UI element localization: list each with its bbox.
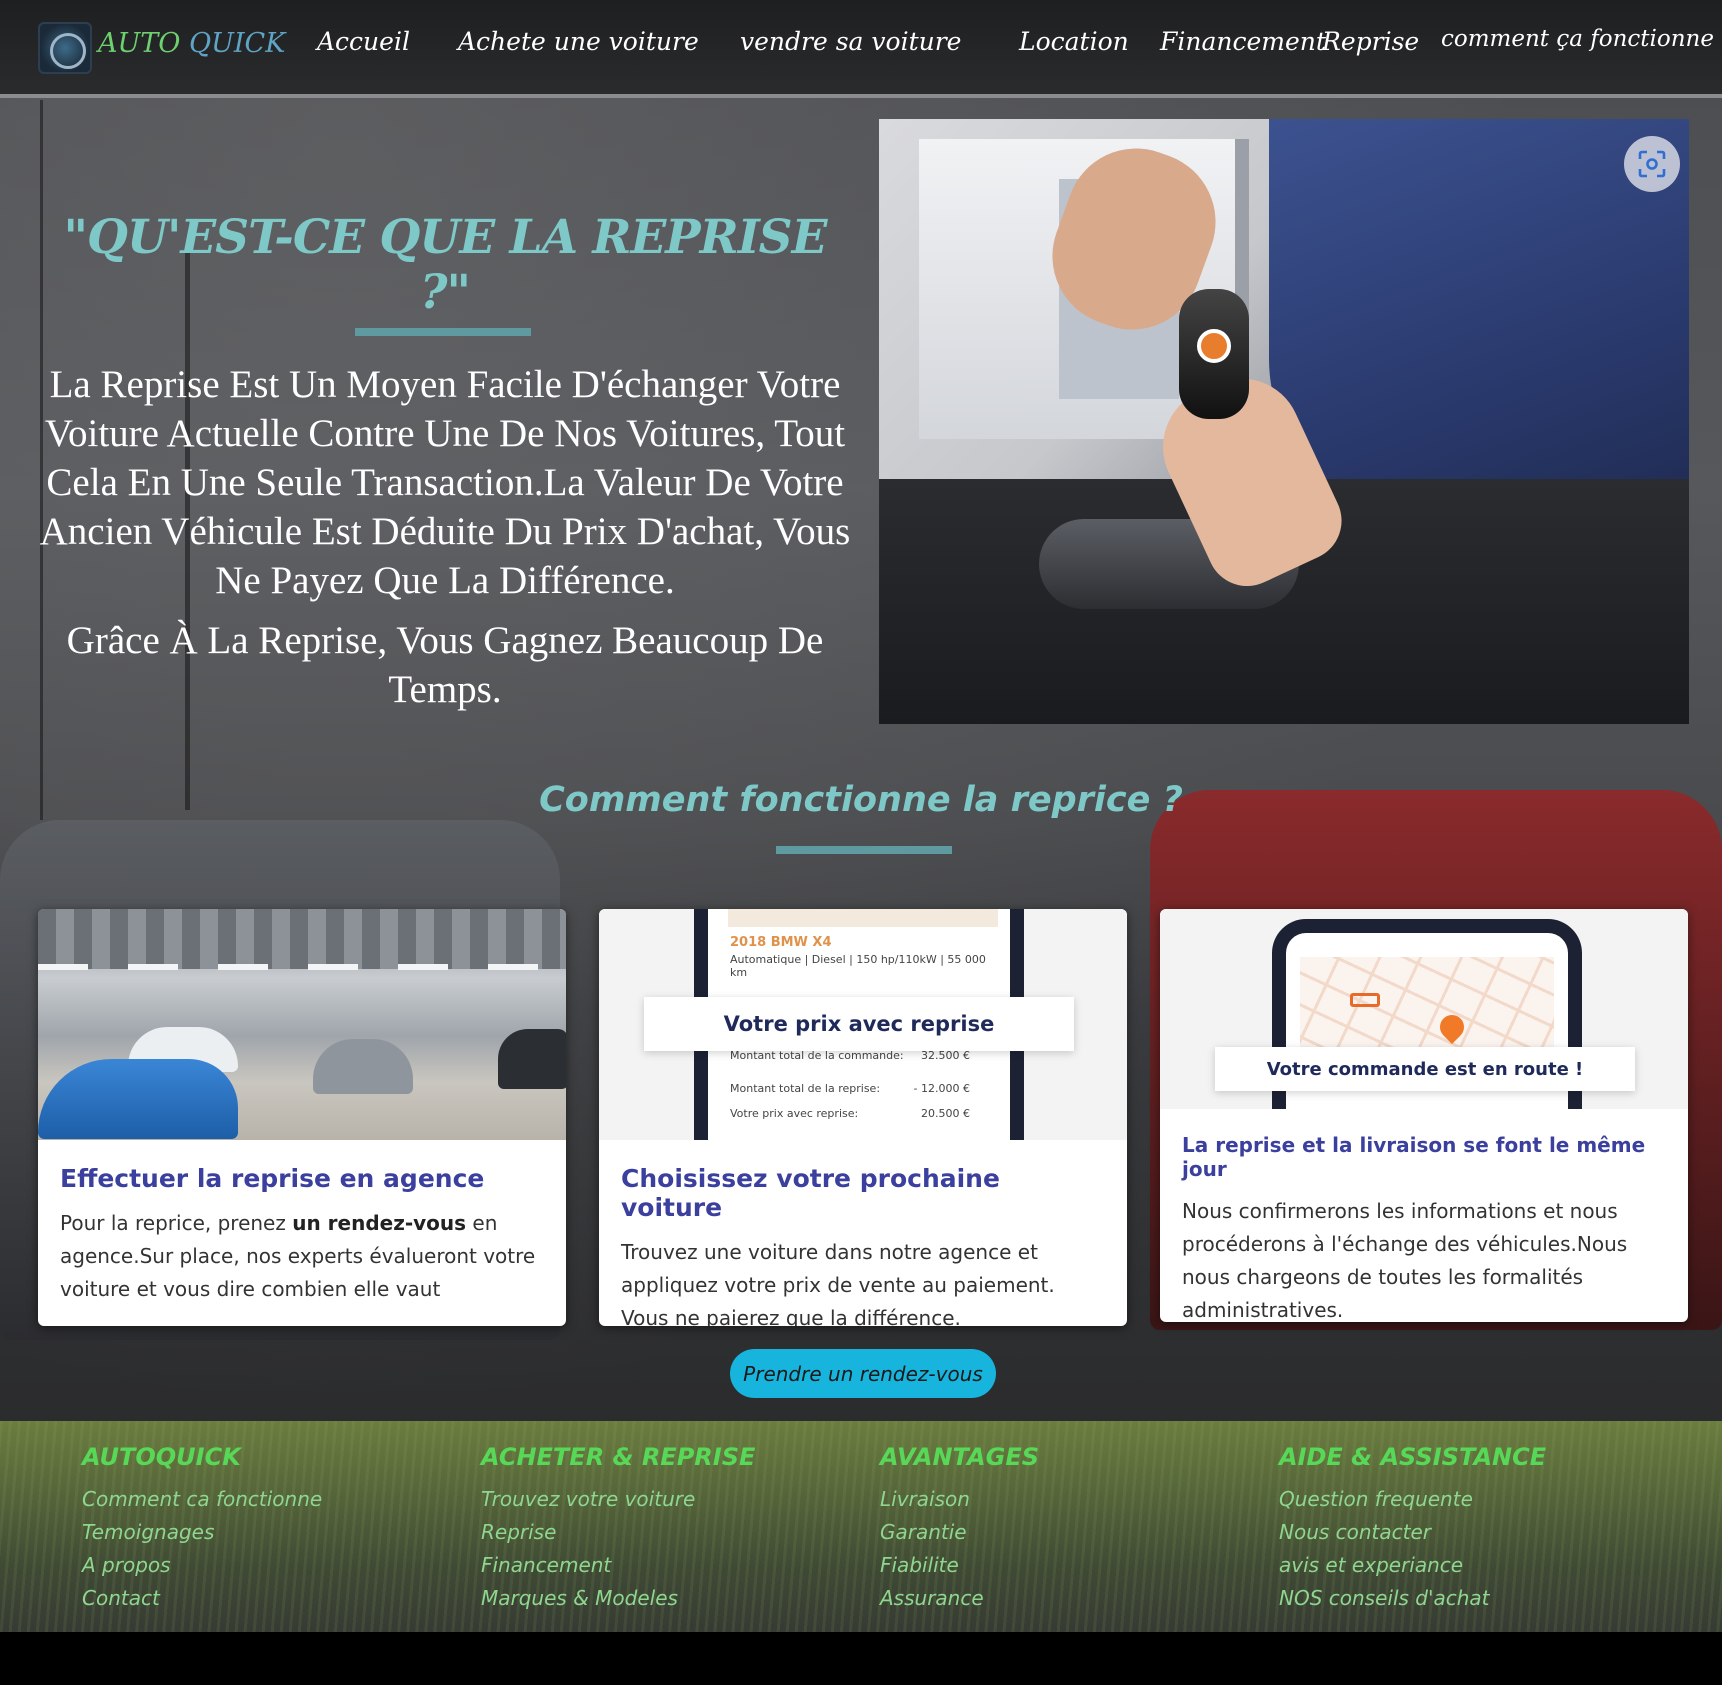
card-text: Trouvez une voiture dans notre agence et… (621, 1240, 1055, 1326)
nav-vendre-sa-voiture[interactable]: vendre sa voiture (740, 27, 961, 56)
nav-achete-une-voiture[interactable]: Achete une voiture (458, 27, 699, 56)
footer-link[interactable]: Livraison (880, 1483, 1039, 1516)
nav-reprise[interactable]: Reprise (1322, 27, 1419, 56)
footer-column-acheter-reprise: ACHETER & REPRISE Trouvez votre voiture … (481, 1443, 755, 1615)
footer-column-aide-assistance: AIDE & ASSISTANCE Question frequente Nou… (1279, 1443, 1546, 1615)
footer-link[interactable]: Trouvez votre voiture (481, 1483, 755, 1516)
location-pin-icon (1435, 1010, 1469, 1044)
nav-financement[interactable]: Financement (1160, 27, 1326, 56)
footer-column-avantages: AVANTAGES Livraison Garantie Fiabilite A… (880, 1443, 1039, 1615)
garage-grey-car (313, 1039, 413, 1094)
how-it-works-divider (776, 846, 952, 854)
footer-link[interactable]: Marques & Modeles (481, 1582, 755, 1615)
phone-car-name: 2018 BMW X4 (730, 935, 832, 950)
footer-link[interactable]: Financement (481, 1549, 755, 1582)
delivery-phone-image: Votre commande est en route ! (1160, 909, 1688, 1109)
card-title: Choisissez votre prochaine voiture (621, 1164, 1000, 1222)
how-it-works-title: Comment fonctionne la reprice ? (539, 780, 1183, 820)
footer-link[interactable]: Garantie (880, 1516, 1039, 1549)
photo-sleeve (1269, 119, 1689, 519)
price-row: Montant total de la reprise: - 12.000 € (730, 1082, 970, 1095)
hero-paragraph: La Reprise Est Un Moyen Facile D'échange… (39, 363, 851, 602)
nav-accueil[interactable]: Accueil (317, 27, 410, 56)
footer-link[interactable]: avis et experiance (1279, 1549, 1546, 1582)
card-title: Effectuer la reprise en agence (60, 1164, 485, 1193)
hero-divider (355, 328, 531, 336)
footer-link[interactable]: NOS conseils d'achat (1279, 1582, 1546, 1615)
footer-heading: ACHETER & REPRISE (481, 1443, 756, 1471)
footer-column-autoquick: AUTOQUICK Comment ca fonctionne Temoigna… (82, 1443, 322, 1615)
phone-car-spec: Automatique | Diesel | 150 hp/110kW | 55… (730, 953, 986, 979)
footer-heading: AIDE & ASSISTANCE (1279, 1443, 1547, 1471)
garage-lights (38, 964, 566, 970)
step-card-choose-car: 2018 BMW X4 Automatique | Diesel | 150 h… (599, 909, 1127, 1326)
step-card-delivery: Votre commande est en route ! La reprise… (1160, 909, 1688, 1322)
garage-dark-car (498, 1029, 566, 1089)
bottom-bar (0, 1632, 1722, 1685)
brand-part2: QUICK (189, 28, 286, 59)
site-footer: AUTOQUICK Comment ca fonctionne Temoigna… (0, 1421, 1722, 1632)
footer-link[interactable]: Assurance (880, 1582, 1039, 1615)
price-with-tradein-banner: Votre prix avec reprise (644, 997, 1074, 1051)
footer-link[interactable]: A propos (82, 1549, 322, 1582)
footer-link[interactable]: Contact (82, 1582, 322, 1615)
footer-link[interactable]: Temoignages (82, 1516, 322, 1549)
top-navbar: AUTO QUICK Accueil Achete une voiture ve… (0, 0, 1722, 98)
nav-location[interactable]: Location (1019, 27, 1129, 56)
phone-sheet-top (728, 909, 998, 927)
price-row: Votre prix avec reprise: 20.500 € (730, 1107, 970, 1120)
book-appointment-button[interactable]: Prendre un rendez-vous (730, 1349, 996, 1398)
brand-part1: AUTO (98, 28, 181, 59)
footer-heading: AVANTAGES (880, 1443, 1040, 1471)
hero-paragraph-2: Grâce À La Reprise, Vous Gagnez Beaucoup… (66, 619, 824, 711)
garage-roof (38, 909, 566, 969)
card-text: Nous confirmerons les informations et no… (1182, 1199, 1628, 1322)
footer-link[interactable]: Nous contacter (1279, 1516, 1546, 1549)
footer-link[interactable]: Fiabilite (880, 1549, 1039, 1582)
price-phone-image: 2018 BMW X4 Automatique | Diesel | 150 h… (599, 909, 1127, 1140)
logo-icon[interactable] (38, 22, 92, 74)
footer-link[interactable]: Question frequente (1279, 1483, 1546, 1516)
brand-logo-text[interactable]: AUTO QUICK (98, 28, 285, 59)
nav-comment-ca-fonctionne[interactable]: comment ça fonctionne (1441, 26, 1714, 52)
hero-key-handover-photo (879, 119, 1689, 724)
card-text: Pour la reprice, prenez un rendez-vous e… (60, 1211, 536, 1301)
step-card-agency: Effectuer la reprise en agence Pour la r… (38, 909, 566, 1326)
footer-heading: AUTOQUICK (82, 1443, 241, 1471)
visual-search-button[interactable] (1624, 136, 1680, 192)
photo-key-logo (1197, 329, 1231, 363)
hero-title: "QU'EST-CE QUE LA REPRISE ?" (63, 210, 828, 320)
garage-blue-car (38, 1059, 238, 1139)
footer-link[interactable]: Reprise (481, 1516, 755, 1549)
card-title: La reprise et la livraison se font le mê… (1182, 1133, 1646, 1181)
scan-icon (1638, 150, 1666, 178)
garage-photo (38, 909, 566, 1140)
truck-icon (1350, 993, 1380, 1007)
order-on-route-banner: Votre commande est en route ! (1215, 1047, 1635, 1091)
footer-link[interactable]: Comment ca fonctionne (82, 1483, 322, 1516)
appointment-emphasis: un rendez-vous (292, 1211, 467, 1235)
